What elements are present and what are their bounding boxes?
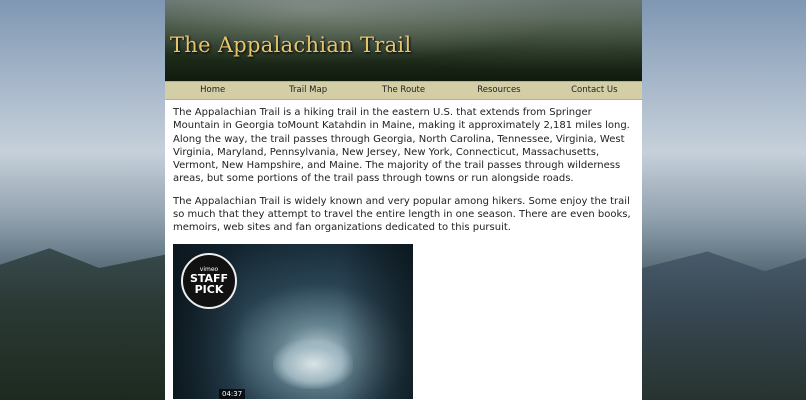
staff-pick-badge-icon: vimeo STAFF PICK xyxy=(181,252,237,309)
nav-item-the-route[interactable]: The Route xyxy=(356,82,451,99)
video-duration: 04:37 xyxy=(219,388,246,399)
background-mountains-left xyxy=(0,248,165,400)
main-nav: Home Trail Map The Route Resources Conta… xyxy=(165,81,642,100)
intro-paragraph: The Appalachian Trail is a hiking trail … xyxy=(173,107,630,185)
badge-pick-text: PICK xyxy=(194,283,224,297)
nav-item-home[interactable]: Home xyxy=(165,82,260,99)
nav-item-resources[interactable]: Resources xyxy=(451,82,546,99)
page-container: The Appalachian Trail Home Trail Map The… xyxy=(165,0,642,400)
popularity-paragraph: The Appalachian Trail is widely known an… xyxy=(173,195,631,234)
main-content: The Appalachian Trail is a hiking trail … xyxy=(165,100,642,399)
nav-item-trail-map[interactable]: Trail Map xyxy=(260,82,355,99)
site-title: The Appalachian Trail xyxy=(170,33,412,57)
video-player[interactable]: vimeo STAFF PICK 04:37 xyxy=(173,243,413,399)
header-banner: The Appalachian Trail xyxy=(165,0,642,81)
background-mountains-right xyxy=(642,251,806,400)
nav-item-contact-us[interactable]: Contact Us xyxy=(547,82,642,99)
